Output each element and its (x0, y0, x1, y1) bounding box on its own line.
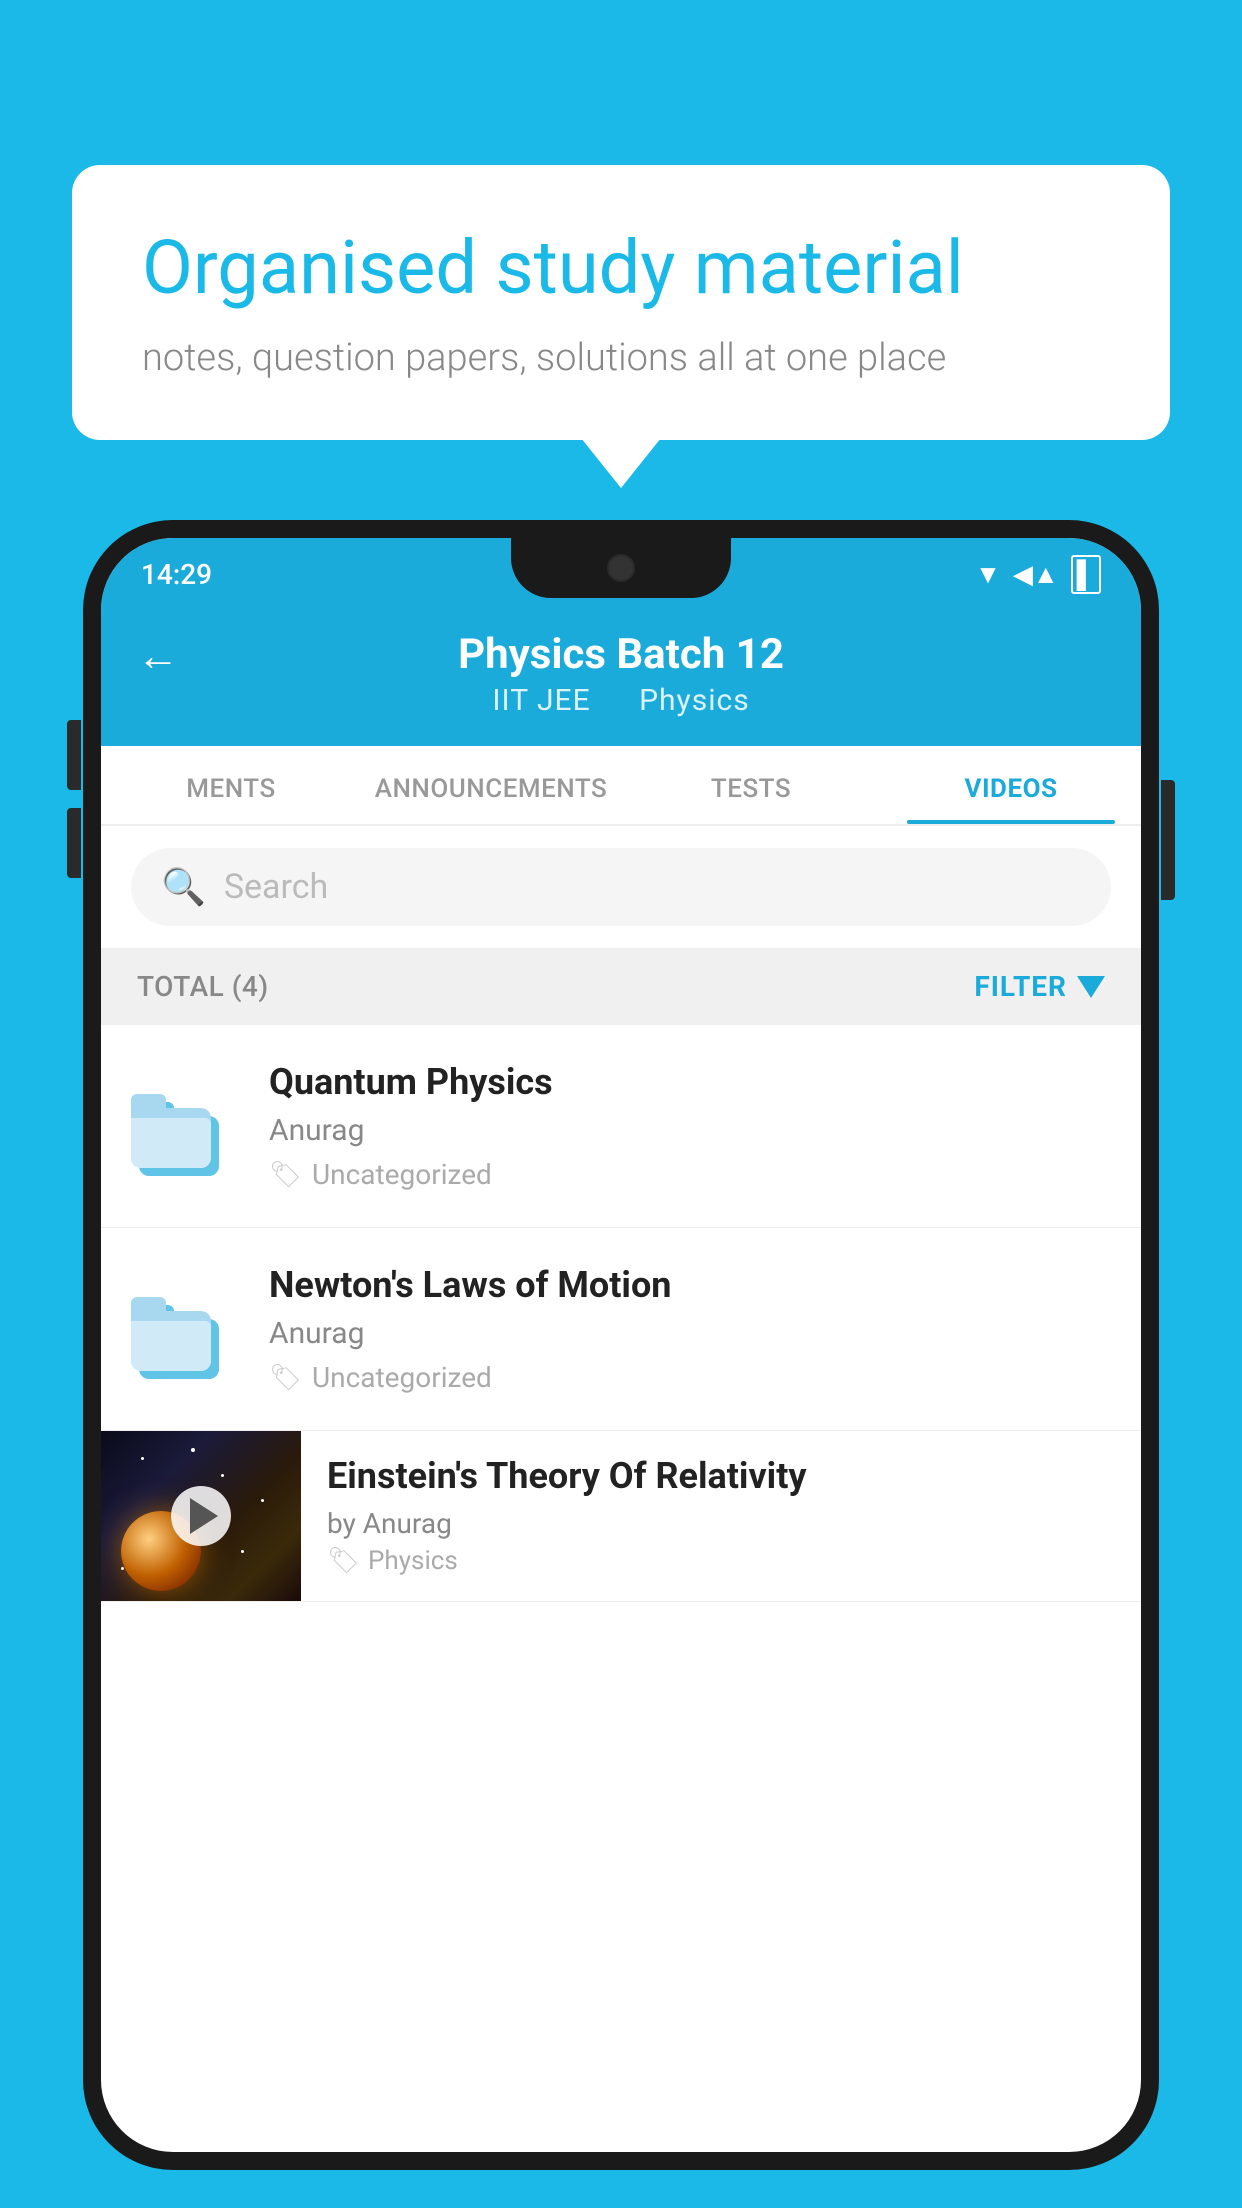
video-title-1: Quantum Physics (269, 1061, 1111, 1103)
side-buttons-right (1161, 780, 1175, 900)
video-list: Quantum Physics Anurag 🏷 Uncategorized (101, 1025, 1141, 1602)
video-info-1: Quantum Physics Anurag 🏷 Uncategorized (269, 1061, 1111, 1191)
video-thumbnail-2 (131, 1274, 241, 1384)
video-tag-1: 🏷 Uncategorized (269, 1158, 1111, 1191)
bubble-heading: Organised study material (142, 225, 1100, 314)
battery-icon: ▌ (1071, 555, 1101, 594)
tab-bar: MENTS ANNOUNCEMENTS TESTS VIDEOS (101, 746, 1141, 826)
side-buttons-left (67, 720, 81, 896)
video-tag-2: 🏷 Uncategorized (269, 1361, 1111, 1394)
status-time: 14:29 (141, 558, 212, 591)
search-placeholder: Search (224, 867, 328, 907)
volume-up-button[interactable] (67, 720, 81, 790)
phone-screen: 14:29 ▼ ◀▲ ▌ ← Physics Batch 12 IIT JEE … (101, 538, 1141, 2152)
search-container: 🔍 Search (101, 826, 1141, 948)
einstein-info: Einstein's Theory Of Relativity by Anura… (301, 1431, 1141, 1600)
signal-icon: ◀▲ (1013, 559, 1059, 590)
subtitle-physics: Physics (639, 683, 750, 718)
video-author-2: Anurag (269, 1316, 1111, 1351)
folder-icon (131, 1279, 241, 1379)
header-subtitle: IIT JEE Physics (482, 683, 759, 718)
phone-outer: 14:29 ▼ ◀▲ ▌ ← Physics Batch 12 IIT JEE … (83, 520, 1159, 2170)
camera-dot (607, 554, 635, 582)
einstein-thumbnail (101, 1431, 301, 1601)
play-icon (190, 1498, 218, 1534)
tag-icon-1: 🏷 (269, 1160, 302, 1190)
power-button[interactable] (1161, 780, 1175, 900)
filter-button[interactable]: FILTER (974, 970, 1105, 1003)
tag-icon-3: 🏷 (327, 1546, 360, 1576)
video-tag-3: 🏷 Physics (327, 1546, 1115, 1576)
video-title-3: Einstein's Theory Of Relativity (327, 1455, 1115, 1497)
video-author-3: by Anurag (327, 1507, 1115, 1540)
list-item[interactable]: Einstein's Theory Of Relativity by Anura… (101, 1431, 1141, 1602)
back-button[interactable]: ← (137, 632, 179, 681)
subtitle-iitjee: IIT JEE (492, 683, 590, 718)
status-icons: ▼ ◀▲ ▌ (975, 555, 1101, 594)
app-header: ← Physics Batch 12 IIT JEE Physics (101, 610, 1141, 746)
phone-notch (511, 538, 731, 598)
list-item[interactable]: Quantum Physics Anurag 🏷 Uncategorized (101, 1025, 1141, 1228)
video-info-2: Newton's Laws of Motion Anurag 🏷 Uncateg… (269, 1264, 1111, 1394)
video-author-1: Anurag (269, 1113, 1111, 1148)
tab-tests[interactable]: TESTS (621, 746, 881, 824)
filter-bar: TOTAL (4) FILTER (101, 948, 1141, 1025)
tag-icon-2: 🏷 (269, 1363, 302, 1393)
wifi-icon: ▼ (975, 559, 1001, 590)
header-title: Physics Batch 12 (458, 630, 784, 679)
search-bar[interactable]: 🔍 Search (131, 848, 1111, 926)
speech-bubble: Organised study material notes, question… (72, 165, 1170, 440)
bubble-subtext: notes, question papers, solutions all at… (142, 336, 1100, 380)
total-count-label: TOTAL (4) (137, 970, 269, 1003)
tab-announcements[interactable]: ANNOUNCEMENTS (361, 746, 621, 824)
tab-ments[interactable]: MENTS (101, 746, 361, 824)
search-icon: 🔍 (161, 866, 206, 908)
volume-down-button[interactable] (67, 808, 81, 878)
phone-mockup: 14:29 ▼ ◀▲ ▌ ← Physics Batch 12 IIT JEE … (83, 520, 1159, 2208)
tab-videos[interactable]: VIDEOS (881, 746, 1141, 824)
filter-icon (1077, 976, 1105, 998)
video-title-2: Newton's Laws of Motion (269, 1264, 1111, 1306)
list-item[interactable]: Newton's Laws of Motion Anurag 🏷 Uncateg… (101, 1228, 1141, 1431)
speech-bubble-wrapper: Organised study material notes, question… (72, 165, 1170, 440)
folder-icon (131, 1076, 241, 1176)
play-button[interactable] (171, 1486, 231, 1546)
video-thumbnail-1 (131, 1071, 241, 1181)
